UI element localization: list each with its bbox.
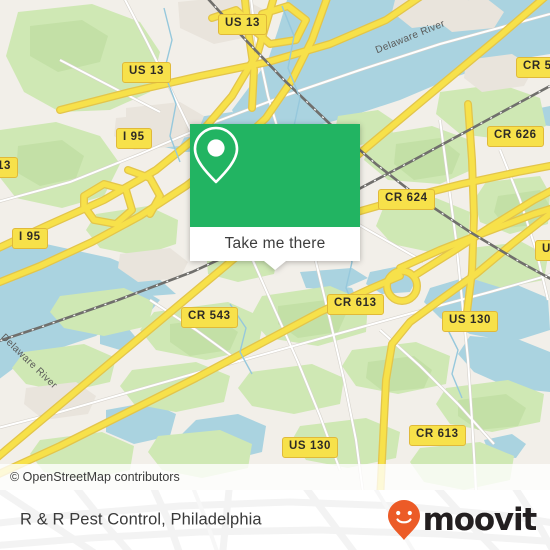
road-shield-cr626: CR 626 (487, 126, 544, 147)
road-shield-13-edge: 13 (0, 157, 18, 178)
road-shield-i95-west: I 95 (12, 228, 48, 249)
callout-pointer (264, 261, 286, 270)
road-shield-cr543-east: CR 543 (516, 57, 550, 78)
road-shield-i95-north: I 95 (116, 128, 152, 149)
map-canvas[interactable]: US 13 US 13 I 95 13 I 95 CR 543 CR 626 C… (0, 0, 550, 490)
road-shield-us13-west: US 13 (122, 62, 171, 83)
take-me-there-label: Take me there (224, 235, 326, 252)
osm-attribution-text[interactable]: © OpenStreetMap contributors (0, 470, 180, 484)
road-shield-cr543-west: CR 543 (181, 307, 238, 328)
place-title: R & R Pest Control, Philadelphia (20, 510, 262, 529)
map-attribution-bar: © OpenStreetMap contributors (0, 464, 550, 490)
location-callout-card[interactable]: Take me there (190, 124, 360, 270)
moovit-pin-smiley-icon (387, 500, 420, 540)
road-shield-us130-edge: US 130 (535, 240, 550, 261)
callout-icon-area (190, 124, 360, 227)
road-shield-cr624: CR 624 (378, 189, 435, 210)
moovit-brand[interactable]: moovit (387, 499, 538, 541)
road-shield-us130-south: US 130 (282, 437, 338, 458)
road-shield-us13-north: US 13 (218, 14, 267, 35)
footer-bar: R & R Pest Control, Philadelphia moovit (0, 490, 550, 550)
road-shield-cr613-south: CR 613 (409, 425, 466, 446)
moovit-location-card: US 13 US 13 I 95 13 I 95 CR 543 CR 626 C… (0, 0, 550, 550)
road-shield-cr613-north: CR 613 (327, 294, 384, 315)
road-shield-us130-north: US 130 (442, 311, 498, 332)
callout-action-area[interactable]: Take me there (190, 227, 360, 270)
map-pin-icon (193, 126, 239, 184)
moovit-wordmark: moovit (422, 501, 538, 538)
